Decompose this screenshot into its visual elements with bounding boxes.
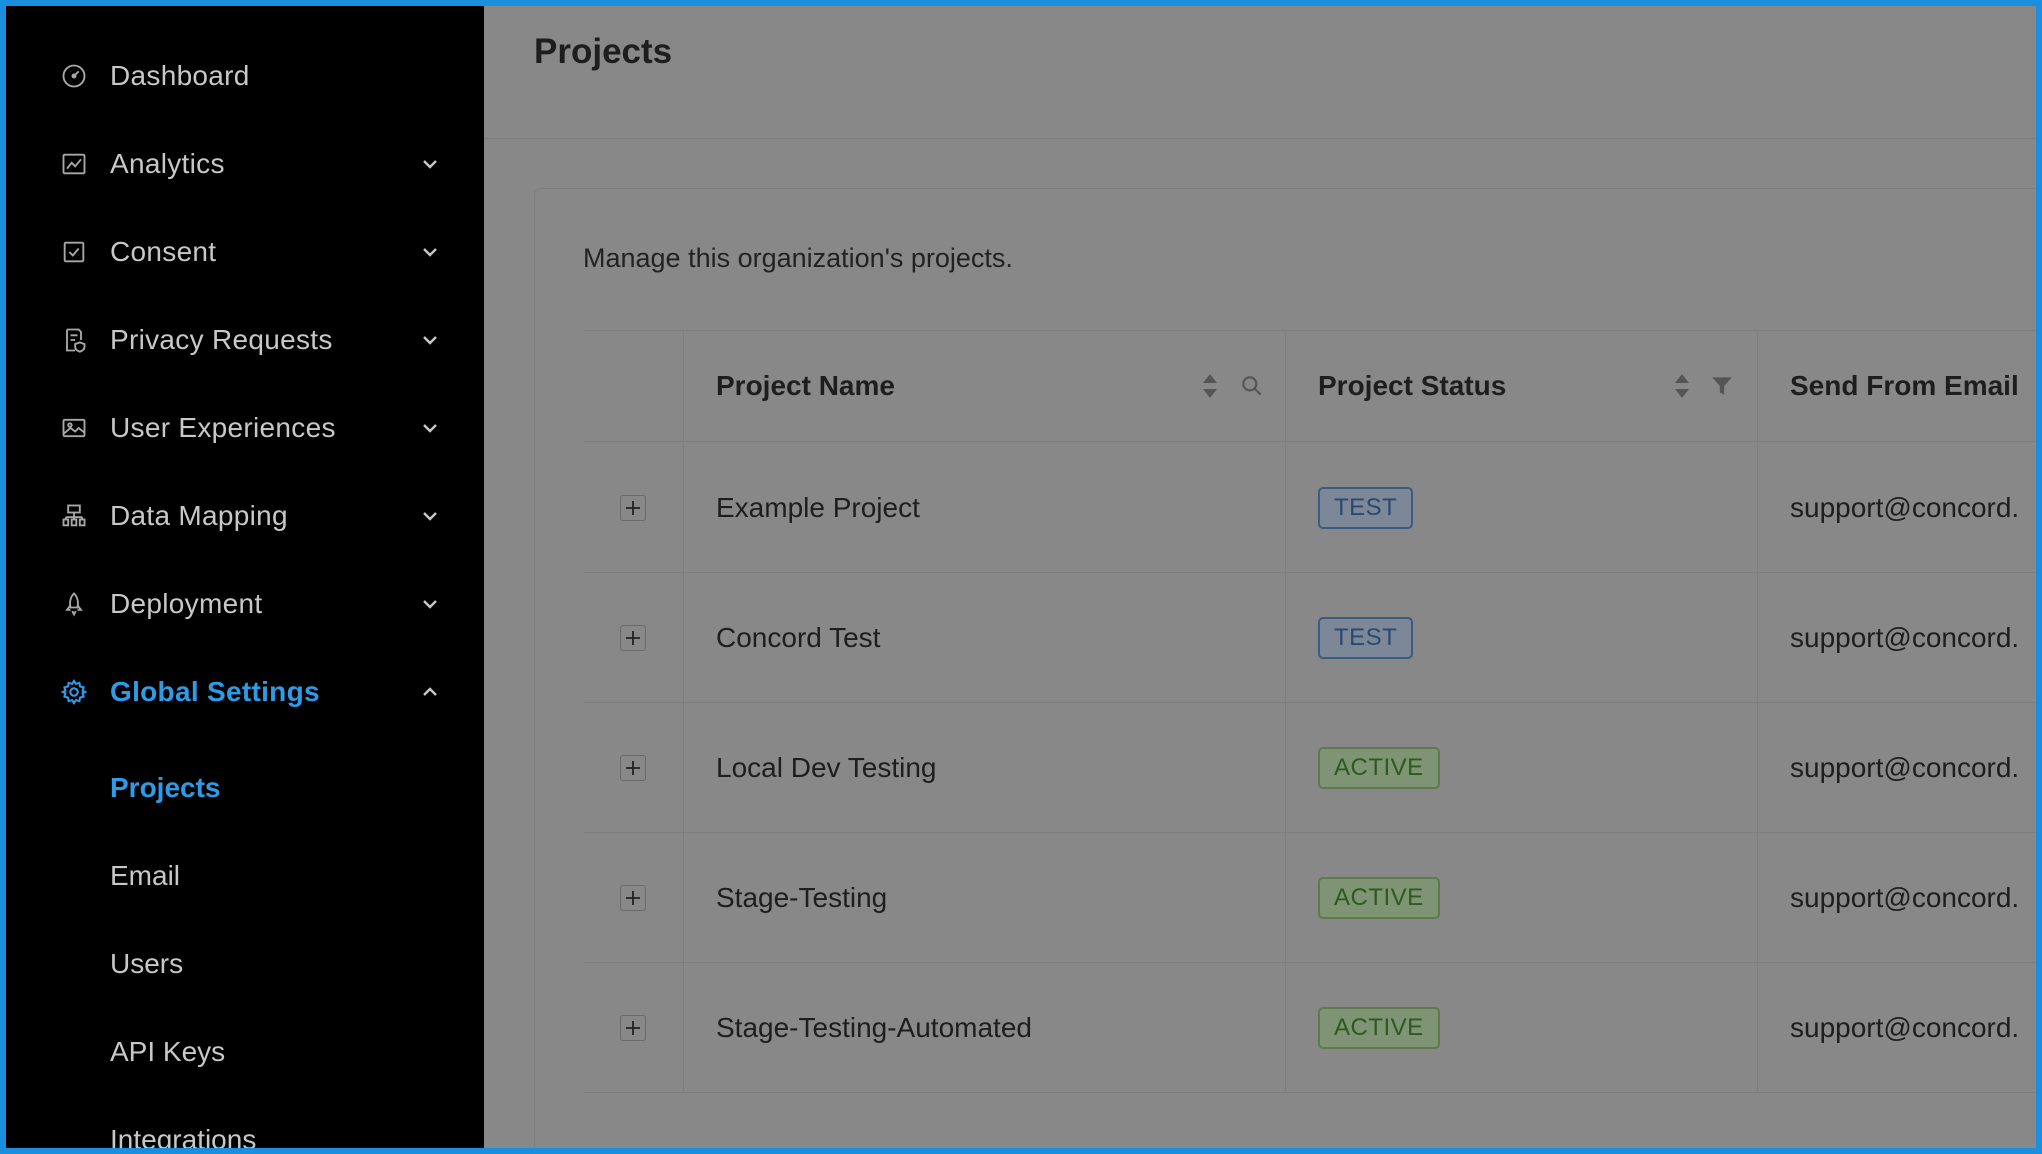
- sidebar-item-data-mapping[interactable]: Data Mapping: [6, 486, 484, 546]
- sidebar-item-label: Consent: [110, 236, 217, 267]
- project-name: Example Project: [716, 491, 920, 523]
- sort-icon[interactable]: [1672, 371, 1692, 401]
- status-badge: ACTIVE: [1318, 1006, 1440, 1049]
- send-from-email: support@concord.: [1790, 1011, 2020, 1043]
- rocket-icon: [59, 589, 89, 619]
- chevron-down-icon: [423, 600, 437, 609]
- sidebar-subitem-label: Integrations: [110, 1124, 257, 1148]
- sidebar-item-consent[interactable]: Consent: [6, 222, 484, 282]
- sidebar-item-user-experiences[interactable]: User Experiences: [6, 398, 484, 458]
- sidebar-item-privacy-requests[interactable]: Privacy Requests: [6, 310, 484, 370]
- expand-row-button[interactable]: [620, 494, 646, 521]
- column-header-send-from-email: Send From Email: [1758, 331, 2036, 441]
- chevron-down-icon: [423, 160, 437, 169]
- project-name: Stage-Testing: [716, 881, 888, 913]
- expand-row-button[interactable]: [620, 624, 646, 651]
- sidebar: Dashboard Analytics Consent Privacy Requ…: [6, 6, 484, 1148]
- page-title: Projects: [534, 32, 673, 71]
- status-badge: ACTIVE: [1318, 876, 1440, 919]
- sidebar-subitem-label: Users: [110, 948, 184, 979]
- plus-icon: [626, 760, 640, 775]
- sort-icon[interactable]: [1200, 371, 1220, 401]
- column-header-label: Project Name: [716, 370, 895, 401]
- sidebar-item-dashboard[interactable]: Dashboard: [6, 46, 484, 106]
- chevron-down-icon: [423, 424, 437, 433]
- expand-row-button[interactable]: [620, 884, 646, 911]
- table-row: Local Dev Testing ACTIVE support@concord…: [584, 703, 2036, 833]
- checkbox-icon: [59, 237, 89, 267]
- plus-icon: [626, 630, 640, 645]
- chevron-up-icon: [423, 687, 437, 696]
- table-row: Stage-Testing-Automated ACTIVE support@c…: [584, 963, 2036, 1093]
- column-header-label: Project Status: [1318, 370, 1507, 401]
- chevron-down-icon: [423, 336, 437, 345]
- sidebar-item-label: Dashboard: [110, 60, 250, 91]
- status-badge: TEST: [1318, 486, 1414, 529]
- send-from-email: support@concord.: [1790, 621, 2020, 653]
- document-shield-icon: [59, 325, 89, 355]
- sidebar-subitem-email[interactable]: Email: [6, 848, 484, 904]
- status-badge: ACTIVE: [1318, 746, 1440, 789]
- send-from-email: support@concord.: [1790, 881, 2020, 913]
- sidebar-subitem-label: API Keys: [110, 1036, 226, 1067]
- column-header-label: Send From Email: [1790, 370, 2019, 401]
- sidebar-item-label: Analytics: [110, 148, 225, 179]
- table-row: Example Project TEST support@concord.: [584, 443, 2036, 573]
- project-name: Stage-Testing-Automated: [716, 1011, 1032, 1043]
- sidebar-subitem-api-keys[interactable]: API Keys: [6, 1024, 484, 1080]
- app-window: Dashboard Analytics Consent Privacy Requ…: [6, 6, 2036, 1148]
- sidebar-subitem-integrations[interactable]: Integrations: [6, 1112, 484, 1148]
- search-icon[interactable]: [1239, 373, 1265, 399]
- sidebar-item-deployment[interactable]: Deployment: [6, 574, 484, 634]
- hierarchy-icon: [59, 501, 89, 531]
- sidebar-subitem-projects[interactable]: Projects: [6, 760, 484, 816]
- sidebar-subitem-users[interactable]: Users: [6, 936, 484, 992]
- expand-row-button[interactable]: [620, 754, 646, 781]
- column-header-project-name: Project Name: [684, 331, 1286, 441]
- sidebar-subitem-label: Email: [110, 860, 181, 891]
- column-header-project-status: Project Status: [1286, 331, 1758, 441]
- plus-icon: [626, 500, 640, 515]
- sidebar-item-label: Deployment: [110, 588, 263, 619]
- projects-table: Project Name Project Status Send From Em…: [583, 330, 2036, 1093]
- table-header-expand-cell: [584, 331, 684, 441]
- page-header: Projects: [484, 6, 2036, 139]
- table-row: Stage-Testing ACTIVE support@concord.: [584, 833, 2036, 963]
- plus-icon: [626, 1020, 640, 1035]
- gear-icon: [59, 677, 89, 707]
- plus-icon: [626, 890, 640, 905]
- main-content: Projects Manage this organization's proj…: [484, 6, 2036, 1148]
- project-name: Concord Test: [716, 621, 881, 653]
- sidebar-subitem-label: Projects: [110, 772, 221, 803]
- project-name: Local Dev Testing: [716, 751, 937, 783]
- status-badge: TEST: [1318, 616, 1414, 659]
- sidebar-item-label: Data Mapping: [110, 500, 288, 531]
- chart-icon: [59, 149, 89, 179]
- sidebar-item-label: User Experiences: [110, 412, 336, 443]
- sidebar-item-global-settings[interactable]: Global Settings: [6, 662, 484, 722]
- sidebar-item-label: Global Settings: [110, 676, 320, 707]
- filter-icon[interactable]: [1709, 373, 1735, 399]
- expand-row-button[interactable]: [620, 1014, 646, 1041]
- send-from-email: support@concord.: [1790, 751, 2020, 783]
- table-header-row: Project Name Project Status Send From Em…: [584, 331, 2036, 442]
- image-icon: [59, 413, 89, 443]
- chevron-down-icon: [423, 512, 437, 521]
- send-from-email: support@concord.: [1790, 491, 2020, 523]
- sidebar-item-analytics[interactable]: Analytics: [6, 134, 484, 194]
- dashboard-icon: [59, 61, 89, 91]
- sidebar-item-label: Privacy Requests: [110, 324, 333, 355]
- page-description: Manage this organization's projects.: [583, 243, 1013, 273]
- chevron-down-icon: [423, 248, 437, 257]
- table-row: Concord Test TEST support@concord.: [584, 573, 2036, 703]
